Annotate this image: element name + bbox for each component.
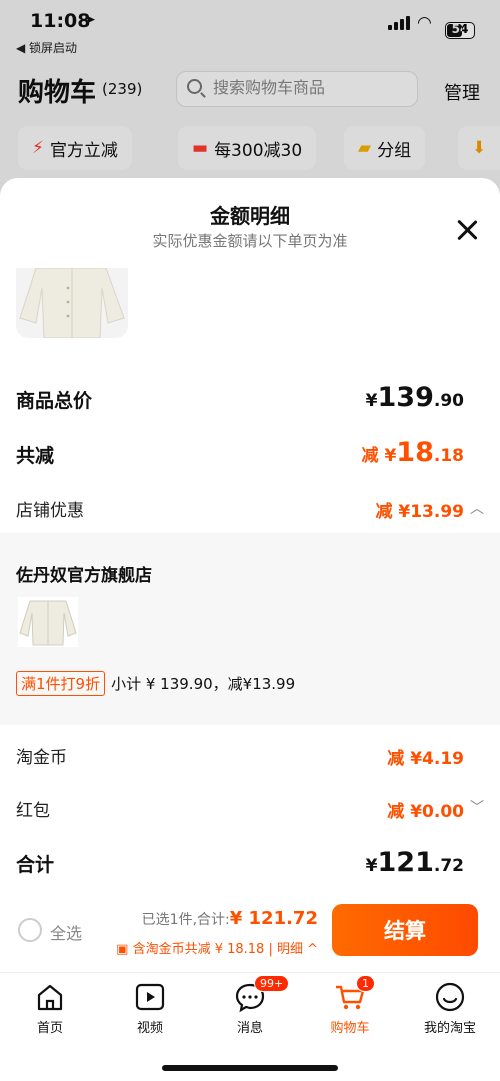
chip-official-discount[interactable]: ⚡ 官方立减 [18,126,132,170]
smile-face-icon [434,981,466,1013]
chevron-up-icon[interactable]: ︿ [470,498,484,518]
coin-label: 淘金币 [16,748,67,768]
sum-integer: 121 [377,847,434,878]
reduce-prefix: 减 ¥ [361,446,397,466]
wifi-icon: ◠ [417,13,432,33]
tab-label: 消息 [236,1021,263,1036]
video-play-icon [134,981,166,1013]
total-price-label: 商品总价 [16,390,93,412]
product-thumbnail-small [18,597,78,647]
chip-more[interactable]: ⬇ [458,126,500,170]
redpack-label: 红包 [16,801,50,821]
search-input[interactable] [213,78,413,97]
tab-home[interactable]: 首页 [5,981,95,1036]
tab-video[interactable]: 视频 [105,981,195,1036]
currency-symbol: ¥ [365,856,378,876]
reduce-integer: 18 [396,437,434,468]
coin-reduce-detail-link[interactable]: ▣ 含淘金币共减 ¥ 18.18 | 明细 ^ [116,938,318,957]
tab-label: 购物车 [330,1021,370,1036]
promo-line: 满1件打9折 小计 ¥ 139.90，减¥13.99 [16,671,295,696]
cellular-signal-icon [388,16,410,30]
selected-summary: 已选1件,合计:¥ 121.72 [142,908,318,929]
sum-label: 合计 [16,854,55,876]
store-name: 佐丹奴官方旗舰店 [16,566,152,586]
tab-messages[interactable]: 99+ 消息 [205,975,295,1036]
tab-label: 我的淘宝 [423,1021,476,1036]
promo-tag: 满1件打9折 [16,671,106,696]
chip-spend-discount[interactable]: ▬ 每300减30 [178,126,317,170]
manage-button[interactable]: 管理 [444,79,480,105]
sum-decimal: .72 [433,856,464,876]
cart-icon: 1 [334,975,375,1013]
chip-label: 官方立减 [49,140,118,161]
chevron-down-icon[interactable]: ﹀ [470,797,484,817]
cart-header: 购物车 (239) 管理 ⚡ 官方立减 ▬ 每300减30 ▰ 分组 ⬇ [0,62,500,182]
total-reduce-label: 共减 [16,445,55,467]
tab-cart[interactable]: 1 购物车 [305,975,395,1036]
sum-value: ¥121.72 [366,847,464,878]
page-title: 购物车 [18,78,97,108]
home-indicator [162,1065,338,1071]
selected-text: 已选1件,合计: [141,912,230,928]
total-reduce-value: 减 ¥18.18 [362,437,464,468]
sheet-subtitle: 实际优惠金额请以下单页为准 [152,232,348,250]
coin-value: 减 ¥4.19 [387,749,464,769]
chip-label: 每300减30 [214,140,303,161]
tab-label: 视频 [136,1021,163,1036]
coin-reduce-text: 含淘金币共减 ¥ 18.18 | 明细 ^ [132,942,318,957]
battery-icon: 54 [445,22,475,39]
price-integer: 139 [377,382,434,413]
promo-text: 小计 ¥ 139.90，减¥13.99 [111,675,296,693]
battery-level: 54 [451,22,469,36]
cart-item-count: (239) [102,80,143,98]
lightning-icon: ⚡ [32,138,44,158]
home-icon [34,981,66,1013]
reduce-decimal: .18 [433,446,464,466]
amount-detail-sheet: 金额明细 实际优惠金额请以下单页为准 商品总价 ¥139.90 共减 减 ¥18… [0,178,500,1081]
tab-label: 首页 [36,1021,63,1036]
tab-my-taobao[interactable]: 我的淘宝 [405,981,495,1036]
arrow-down-icon: ⬇ [472,138,487,158]
selected-sum: ¥ 121.72 [229,908,318,929]
cart-badge: 1 [356,975,375,992]
currency-symbol: ¥ [365,391,378,411]
shop-discount-label: 店铺优惠 [16,501,84,521]
location-arrow-icon: ➤ [84,12,96,28]
search-box[interactable] [176,71,418,107]
store-detail: 佐丹奴官方旗舰店 满1件打9折 小计 ¥ 139.90，减¥13.99 [0,533,500,725]
chat-bubble-icon: 99+ [234,975,290,1013]
status-bar: 11:08 ➤ ◀ 锁屏启动 ◠ 54 [0,0,500,62]
folder-icon: ▰ [358,138,372,158]
redpack-value: 减 ¥0.00 [387,802,464,822]
status-time: 11:08 [30,10,91,32]
back-to-lockscreen-link[interactable]: ◀ 锁屏启动 [16,39,77,56]
search-icon [187,79,202,94]
shop-discount-value: 减 ¥13.99 [375,502,464,522]
messages-badge: 99+ [254,975,290,992]
checkout-bar: 全选 已选1件,合计:¥ 121.72 ▣ 含淘金币共减 ¥ 18.18 | 明… [0,898,500,978]
select-all-label[interactable]: 全选 [50,920,82,944]
price-decimal: .90 [433,391,464,411]
total-price-value: ¥139.90 [366,382,464,413]
close-icon[interactable] [452,215,482,245]
chip-label: 分组 [377,140,412,161]
coin-box-icon: ▣ [116,942,133,957]
select-all-radio[interactable] [18,918,42,942]
sheet-title: 金额明细 [210,204,290,228]
chip-group[interactable]: ▰ 分组 [344,126,426,170]
coupon-icon: ▬ [192,138,209,158]
checkout-button[interactable]: 结算 [332,904,478,956]
product-thumbnail [16,268,128,338]
